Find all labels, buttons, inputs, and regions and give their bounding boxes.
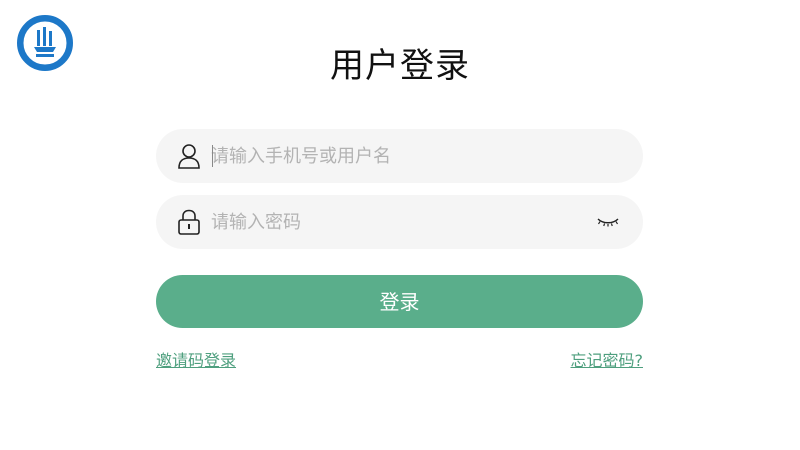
password-field[interactable] <box>156 195 643 249</box>
invite-code-login-link[interactable]: 邀请码登录 <box>156 347 236 371</box>
login-page: 用户登录 登录 邀请码登录 忘记密码? <box>0 0 800 450</box>
username-input[interactable] <box>211 129 571 183</box>
page-title: 用户登录 <box>330 46 470 86</box>
password-input[interactable] <box>211 195 571 249</box>
user-icon <box>178 144 200 169</box>
forgot-password-link[interactable]: 忘记密码? <box>571 347 644 371</box>
username-field[interactable] <box>156 129 643 183</box>
eye-closed-icon[interactable] <box>596 214 620 230</box>
login-button[interactable]: 登录 <box>156 275 643 328</box>
text-caret <box>212 145 213 167</box>
lock-icon <box>178 209 200 235</box>
